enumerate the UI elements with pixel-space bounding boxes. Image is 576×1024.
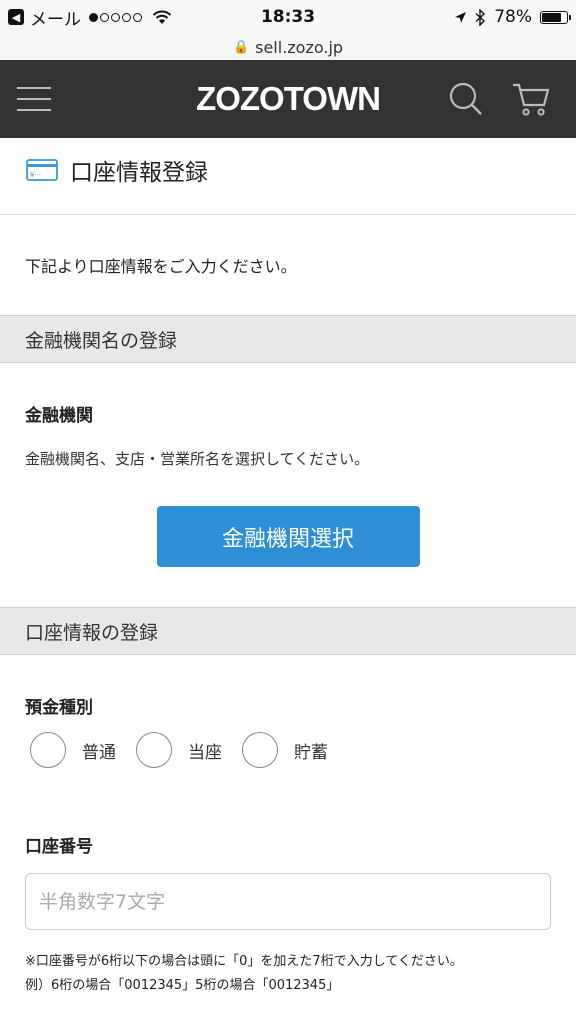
battery-level xyxy=(542,12,561,22)
wifi-icon xyxy=(152,10,172,24)
radio-button[interactable] xyxy=(242,732,278,768)
bank-card-icon: ¥··· xyxy=(26,159,58,181)
arrow-back-icon[interactable]: ◀ xyxy=(8,9,24,25)
account-section-header: 口座情報の登録 xyxy=(0,607,576,655)
select-bank-button[interactable]: 金融機関選択 xyxy=(156,506,420,567)
radio-option-toza[interactable]: 当座 xyxy=(136,732,222,768)
app-header: ZOZOTOWN xyxy=(0,60,576,138)
search-icon[interactable] xyxy=(448,81,484,117)
lock-icon: 🔒 xyxy=(232,39,250,55)
bank-section-header: 金融機関名の登録 xyxy=(0,315,576,363)
radio-option-chochiku[interactable]: 貯蓄 xyxy=(242,732,328,768)
url-bar[interactable]: 🔒 sell.zozo.jp xyxy=(0,34,576,60)
status-bar: ◀ メール 18:33 78% xyxy=(0,0,576,34)
deposit-type-label: 預金種別 xyxy=(25,698,93,718)
radio-button[interactable] xyxy=(136,732,172,768)
location-arrow-icon xyxy=(455,11,467,23)
page-title-bar: ¥··· 口座情報登録 xyxy=(0,138,576,215)
page-title: 口座情報登録 xyxy=(70,160,208,186)
radio-label[interactable]: 貯蓄 xyxy=(294,738,328,763)
bluetooth-icon xyxy=(475,8,486,26)
radio-option-futsu[interactable]: 普通 xyxy=(30,732,116,768)
intro-text: 下記より口座情報をご入力ください。 xyxy=(25,257,297,276)
account-number-note: ※口座番号が6桁以下の場合は頭に「0」を加えた7桁で入力してください。 例）6桁… xyxy=(25,950,551,998)
battery-percent: 78% xyxy=(494,7,532,27)
svg-text:¥···: ¥··· xyxy=(30,171,41,179)
bank-block: 金融機関 金融機関名、支店・営業所名を選択してください。 金融機関選択 xyxy=(0,363,576,607)
account-number-block: 口座番号 ※口座番号が6桁以下の場合は頭に「0」を加えた7桁で入力してください。… xyxy=(0,805,576,998)
deposit-type-block: 預金種別 普通 当座 貯蓄 xyxy=(0,655,576,805)
signal-strength xyxy=(89,12,142,22)
account-number-label: 口座番号 xyxy=(25,837,93,857)
url-text: sell.zozo.jp xyxy=(255,37,344,57)
account-number-input[interactable] xyxy=(25,873,551,930)
radio-button[interactable] xyxy=(30,732,66,768)
hamburger-icon[interactable] xyxy=(17,87,51,111)
battery-icon xyxy=(540,10,571,24)
deposit-type-radios: 普通 当座 貯蓄 xyxy=(30,732,551,768)
bank-label: 金融機関 xyxy=(25,406,93,426)
cart-icon[interactable] xyxy=(512,81,550,117)
back-app-label[interactable]: メール xyxy=(30,5,81,30)
radio-label[interactable]: 普通 xyxy=(82,738,116,763)
bank-help-text: 金融機関名、支店・営業所名を選択してください。 xyxy=(25,450,370,468)
radio-label[interactable]: 当座 xyxy=(188,738,222,763)
note-line-1: ※口座番号が6桁以下の場合は頭に「0」を加えた7桁で入力してください。 xyxy=(25,954,463,969)
note-line-2: 例）6桁の場合「0012345」5桁の場合「0012345」 xyxy=(25,978,340,993)
